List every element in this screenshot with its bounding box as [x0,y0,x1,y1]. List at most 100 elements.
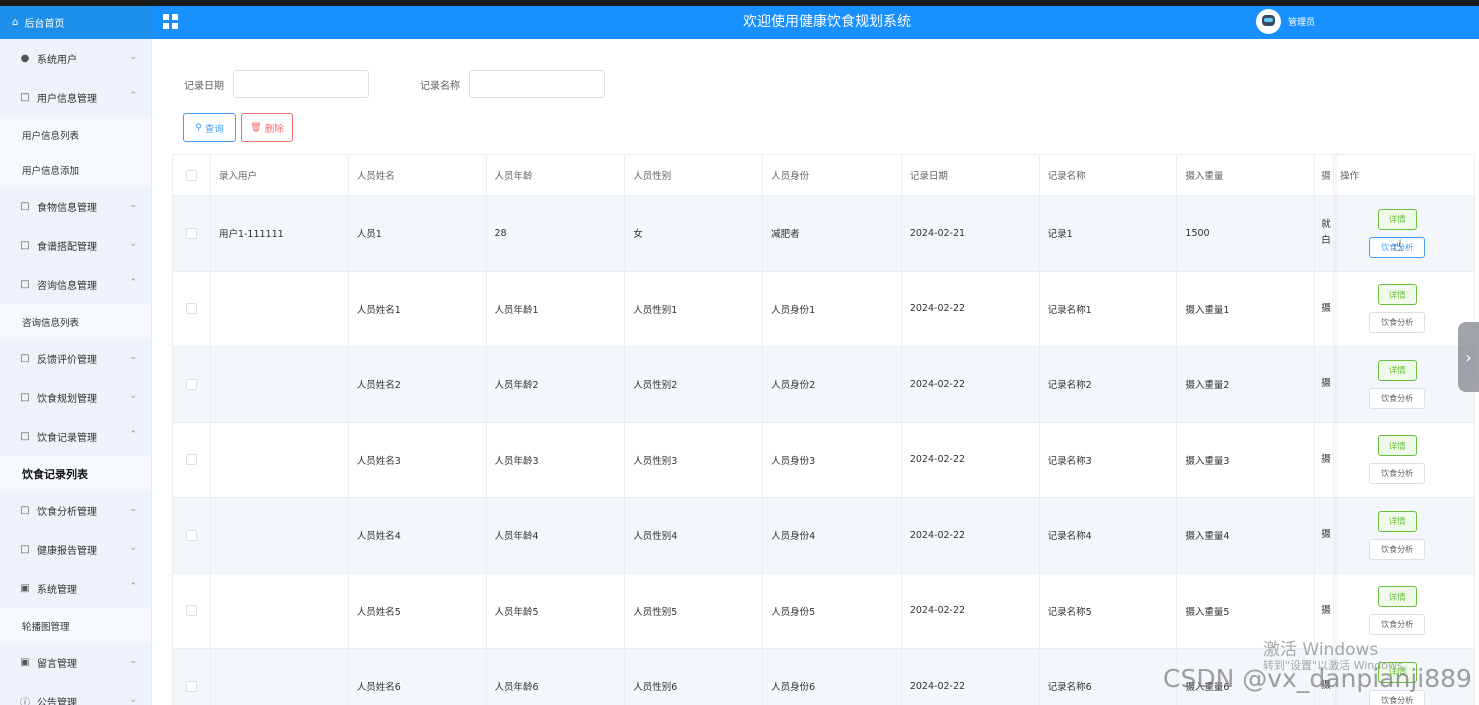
sidebar-item-system[interactable]: ▣ 系统管理 ⌃ [0,569,151,608]
sidebar-subitem-consult-list[interactable]: 咨询信息列表 [0,304,151,339]
sidebar-item-messages[interactable]: ▣ 留言管理 ⌄ [0,643,151,682]
trash-icon: 🗑 [250,122,262,133]
chevron-right-icon: › [1465,347,1472,367]
detail-button[interactable]: 详情 [1377,208,1417,230]
delete-button[interactable]: 🗑 删除 [241,113,293,142]
cell-age: 人员年龄2 [487,347,626,422]
sidebar-item-diet-plan[interactable]: □ 饮食规划管理 ⌄ [0,378,151,417]
sidebar-item-food-info[interactable]: □ 食物信息管理 ⌄ [0,187,151,226]
records-table: 录入用户 人员姓名 人员年龄 人员性别 人员身份 记录日期 记录名称 摄入重量 … [172,154,1475,705]
cell-age: 28 [487,196,626,271]
sidebar-item-consult[interactable]: □ 咨询信息管理 ⌃ [0,265,151,304]
folder-icon: □ [20,279,30,290]
cell-weight: 摄入重量4 [1177,498,1316,573]
cell-operations: 详情 饮食分析 [1334,272,1474,347]
grid-menu-icon[interactable] [163,14,178,29]
diet-analysis-button[interactable]: 饮食分析 [1369,538,1426,560]
sidebar-item-system-users[interactable]: ● 系统用户 ⌄ [0,39,151,78]
cell-truncated: 摄 [1315,498,1335,573]
sidebar-subitem-carousel[interactable]: 轮播图管理 [0,608,151,643]
chevron-down-icon: ⌄ [129,239,137,249]
diet-analysis-button[interactable]: 饮食分析 [1369,614,1426,636]
row-checkbox[interactable] [185,378,197,390]
diet-analysis-button[interactable]: 饮食分析 [1369,387,1426,409]
column-header: 人员年龄 [487,155,626,195]
sidebar-item-health-report[interactable]: □ 健康报告管理 ⌄ [0,530,151,569]
sidebar-item-recipe[interactable]: □ 食谱搭配管理 ⌄ [0,226,151,265]
row-checkbox[interactable] [185,680,197,692]
table-row: 人员姓名4 人员年龄4 人员性别4 人员身份4 2024-02-22 记录名称4 摄入重量4… [173,498,1474,574]
folder-icon: □ [20,201,30,212]
sidebar-subitem-diet-record-list[interactable]: 饮食记录列表 [0,456,151,491]
sidebar-item-diet-analysis[interactable]: □ 饮食分析管理 ⌄ [0,491,151,530]
side-drawer-toggle[interactable]: › [1458,322,1479,392]
folder-icon: □ [20,240,30,251]
cell-weight: 摄入重量3 [1177,422,1316,497]
select-all-checkbox[interactable] [185,169,197,181]
cell-record: 记录名称1 [1040,271,1178,346]
cell-record: 记录名称3 [1040,422,1178,497]
row-checkbox[interactable] [185,529,197,541]
cell-identity: 人员身份3 [763,422,902,497]
cell-user [211,347,349,422]
column-header: 人员身份 [763,155,902,195]
picture-icon: ▣ [20,657,30,668]
folder-icon: □ [20,92,30,103]
detail-button[interactable]: 详情 [1377,510,1417,532]
table-row: 人员姓名3 人员年龄3 人员性别3 人员身份3 2024-02-22 记录名称3 摄入重量3… [173,422,1474,498]
home-link[interactable]: ⌂ 后台首页 [0,6,152,39]
cell-date: 2024-02-22 [902,271,1040,346]
sidebar-item-label: 系统用户 [37,55,77,66]
detail-button[interactable]: 详情 [1377,284,1417,306]
sidebar: ● 系统用户 ⌄ □ 用户信息管理 ⌃ 用户信息列表 用户信息添加 □ 食物信息… [0,39,152,705]
cell-weight: 摄入重量2 [1177,347,1316,422]
sidebar-subitem-user-list[interactable]: 用户信息列表 [0,117,151,152]
name-filter-input[interactable] [469,70,605,98]
sidebar-item-diet-record[interactable]: □ 饮食记录管理 ⌃ [0,417,151,456]
detail-button[interactable]: 详情 [1377,435,1417,457]
folder-icon: □ [20,505,30,516]
sidebar-item-label: 用户信息管理 [37,94,97,105]
filter-bar: 记录日期 记录名称 [184,70,605,98]
cell-user [211,573,349,648]
diet-analysis-button[interactable]: 饮食分析 [1369,463,1426,485]
chevron-down-icon: ⌄ [129,352,137,362]
chevron-up-icon: ⌃ [129,582,137,592]
sidebar-subitem-user-add[interactable]: 用户信息添加 [0,152,151,187]
user-menu[interactable]: 管理员 [1256,9,1315,34]
cell-operations: 详情 饮食分析 [1334,498,1474,573]
cell-user [211,498,349,573]
cell-identity: 减肥者 [763,196,902,271]
search-button[interactable]: ⚲ 查询 [183,113,236,142]
cell-weight: 摄入重量1 [1177,271,1316,346]
sidebar-item-label: 食物信息管理 [37,203,97,214]
hand-cursor-icon: ☝ [1393,236,1403,255]
cell-identity: 人员身份1 [763,271,902,346]
column-header: 记录名称 [1040,155,1178,195]
search-button-label: 查询 [204,123,224,135]
sidebar-item-label: 反馈评价管理 [37,355,97,366]
chevron-up-icon: ⌃ [129,91,137,101]
name-filter-label: 记录名称 [420,80,460,92]
sidebar-item-label: 留言管理 [37,659,77,670]
row-checkbox[interactable] [185,454,197,466]
row-checkbox[interactable] [185,303,197,315]
sidebar-item-feedback[interactable]: □ 反馈评价管理 ⌄ [0,339,151,378]
diet-analysis-button[interactable]: 饮食分析 [1369,312,1426,334]
truncated-text: 摄 [1321,378,1331,390]
column-header: 人员性别 [625,155,764,195]
sidebar-item-notice[interactable]: ⓘ 公告管理 ⌄ [0,682,151,705]
cell-name: 人员姓名4 [349,498,487,573]
cell-record: 记录名称5 [1040,573,1178,648]
row-checkbox[interactable] [185,227,197,239]
row-checkbox[interactable] [185,605,197,617]
sidebar-item-label: 健康报告管理 [37,546,97,557]
column-header: 操作 [1340,171,1360,182]
date-filter-input[interactable] [233,70,369,98]
sidebar-item-user-info[interactable]: □ 用户信息管理 ⌃ [0,78,151,117]
column-header: 录入用户 [211,155,349,195]
cell-operations: 详情 饮食分析 [1334,423,1474,498]
sidebar-item-label: 公告管理 [37,698,77,705]
detail-button[interactable]: 详情 [1377,586,1417,608]
detail-button[interactable]: 详情 [1377,359,1417,381]
